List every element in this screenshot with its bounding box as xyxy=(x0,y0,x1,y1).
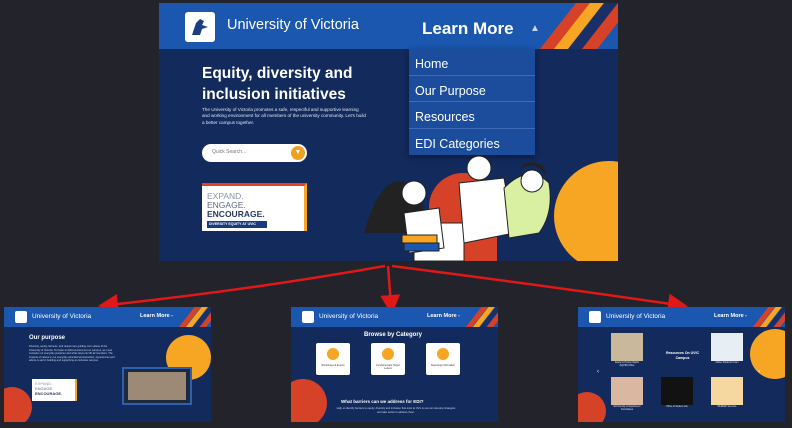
learn-more-menu[interactable]: Learn More - xyxy=(714,313,747,319)
barriers-question: What barriers can we address for EDI? xyxy=(341,399,424,404)
purpose-text: Diversity, equity, fairness, and respect… xyxy=(29,345,115,362)
uvic-logo-icon[interactable] xyxy=(15,311,27,323)
main-screen: University of Victoria Learn More ▲ Home… xyxy=(159,3,618,261)
resource-nsu[interactable]: Native Students Union xyxy=(711,333,743,364)
page-title: Equity, diversity and inclusion initiati… xyxy=(202,65,353,103)
resource-eqhr[interactable]: Equity & Human Rights (EQHR) Office xyxy=(611,333,643,367)
menu-item-edi-categories[interactable]: EDI Categories xyxy=(409,129,535,156)
menu-item-our-purpose[interactable]: Our Purpose xyxy=(409,76,535,102)
brand-name[interactable]: University of Victoria xyxy=(319,313,378,320)
section-title: Our purpose xyxy=(29,335,66,341)
resource-multifaith[interactable]: Multifaith Services xyxy=(711,377,743,408)
learn-more-menu[interactable]: Learn More xyxy=(422,19,514,39)
resource-edi-committees[interactable]: EDI Faculty & Department Committees xyxy=(611,377,643,411)
brand-name[interactable]: University of Victoria xyxy=(227,17,359,33)
screen-resources: University of Victoria Learn More - Equi… xyxy=(578,307,785,422)
menu-item-resources[interactable]: Resources xyxy=(409,102,535,129)
decorative-stripes xyxy=(538,3,618,49)
screen-browse-category: University of Victoria Learn More - Brow… xyxy=(291,307,498,422)
section-title: Browse by Category xyxy=(364,332,423,338)
learn-more-menu[interactable]: Learn More - xyxy=(427,313,460,319)
resource-student-life[interactable]: Office of Student Life xyxy=(661,377,693,408)
quick-search-input[interactable]: Quick Search... ▼ xyxy=(202,144,307,162)
learn-more-menu[interactable]: Learn More - xyxy=(140,313,173,319)
uvic-logo-icon[interactable] xyxy=(185,12,215,42)
category-fundamentals[interactable]: Fundamentals Target Letters xyxy=(371,343,405,375)
photo-laptop xyxy=(122,367,192,405)
uvic-logo-icon[interactable] xyxy=(589,311,601,323)
expand-card[interactable]: EXPAND. ENGAGE. ENCOURAGE. xyxy=(32,379,77,401)
people-illustration xyxy=(364,155,551,261)
category-workshops[interactable]: Workshops & Events xyxy=(316,343,350,375)
search-placeholder: Quick Search... xyxy=(212,149,247,155)
chevron-left-icon[interactable]: ‹ xyxy=(597,369,599,375)
barriers-text: Help us identify barriers to equity, div… xyxy=(336,407,456,414)
screen-our-purpose: University of Victoria Learn More - Our … xyxy=(4,307,211,422)
brand-name[interactable]: University of Victoria xyxy=(606,313,665,320)
category-reporting[interactable]: Reporting Information xyxy=(426,343,460,375)
header: University of Victoria Learn More ▲ xyxy=(159,3,618,49)
uvic-logo-icon[interactable] xyxy=(302,311,314,323)
learn-more-dropdown: Home Our Purpose Resources EDI Categorie… xyxy=(409,49,535,155)
expand-engage-card[interactable]: EXPAND. ENGAGE. ENCOURAGE. DIVERSITY EQU… xyxy=(202,183,307,231)
resources-heading: Resources On UVIC Campus xyxy=(665,351,700,360)
search-dropdown-icon[interactable]: ▼ xyxy=(291,146,305,160)
brand-name[interactable]: University of Victoria xyxy=(32,313,91,320)
chevron-right-icon[interactable]: › xyxy=(758,369,760,375)
intro-paragraph: The University of Victoria promotes a sa… xyxy=(202,107,366,125)
menu-item-home[interactable]: Home xyxy=(409,49,535,76)
